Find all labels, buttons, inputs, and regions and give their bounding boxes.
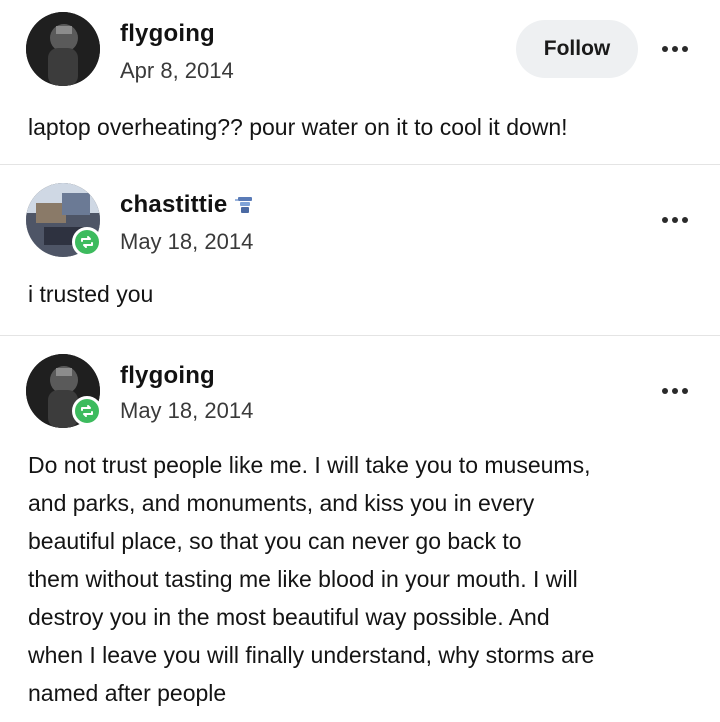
username-text[interactable]: flygoing xyxy=(120,20,215,48)
text-line: named after people xyxy=(28,680,227,706)
post-date: May 18, 2014 xyxy=(120,398,254,423)
post-username[interactable]: flygoing xyxy=(120,20,215,48)
post-username[interactable]: flygoing xyxy=(120,362,215,390)
text-line: beautiful place, so that you can never g… xyxy=(28,528,522,554)
username-text[interactable]: chastittie xyxy=(120,191,227,219)
avatar[interactable] xyxy=(26,12,100,86)
reblog-icon xyxy=(72,396,102,426)
text-line: and parks, and monuments, and kiss you i… xyxy=(28,490,535,516)
text-line: destroy you in the most beautiful way po… xyxy=(28,604,550,630)
post-text: i trusted you xyxy=(28,281,154,307)
more-options-icon[interactable] xyxy=(662,388,688,394)
post-text: laptop overheating?? pour water on it to… xyxy=(28,114,568,140)
text-line: when I leave you will finally understand… xyxy=(28,642,595,668)
post-username[interactable]: chastittie xyxy=(120,191,257,219)
text-line: them without tasting me like blood in yo… xyxy=(28,566,578,592)
text-line: Do not trust people like me. I will take… xyxy=(28,452,591,478)
post-text: Do not trust people like me. I will take… xyxy=(28,446,594,712)
post-date: Apr 8, 2014 xyxy=(120,58,234,83)
post-date: May 18, 2014 xyxy=(120,229,254,254)
reblog-icon xyxy=(72,227,102,257)
badge-icon xyxy=(233,193,257,217)
post-1: flygoing Apr 8, 2014 Follow laptop overh… xyxy=(0,0,720,164)
avatar-image xyxy=(26,12,100,86)
more-options-icon[interactable] xyxy=(662,217,688,223)
post-3: flygoing May 18, 2014 Do not trust peopl… xyxy=(0,335,720,722)
follow-button[interactable]: Follow xyxy=(516,20,638,78)
more-options-icon[interactable] xyxy=(662,46,688,52)
username-text[interactable]: flygoing xyxy=(120,362,215,390)
post-2: chastittie May 18, 2014 i trusted you xyxy=(0,164,720,335)
